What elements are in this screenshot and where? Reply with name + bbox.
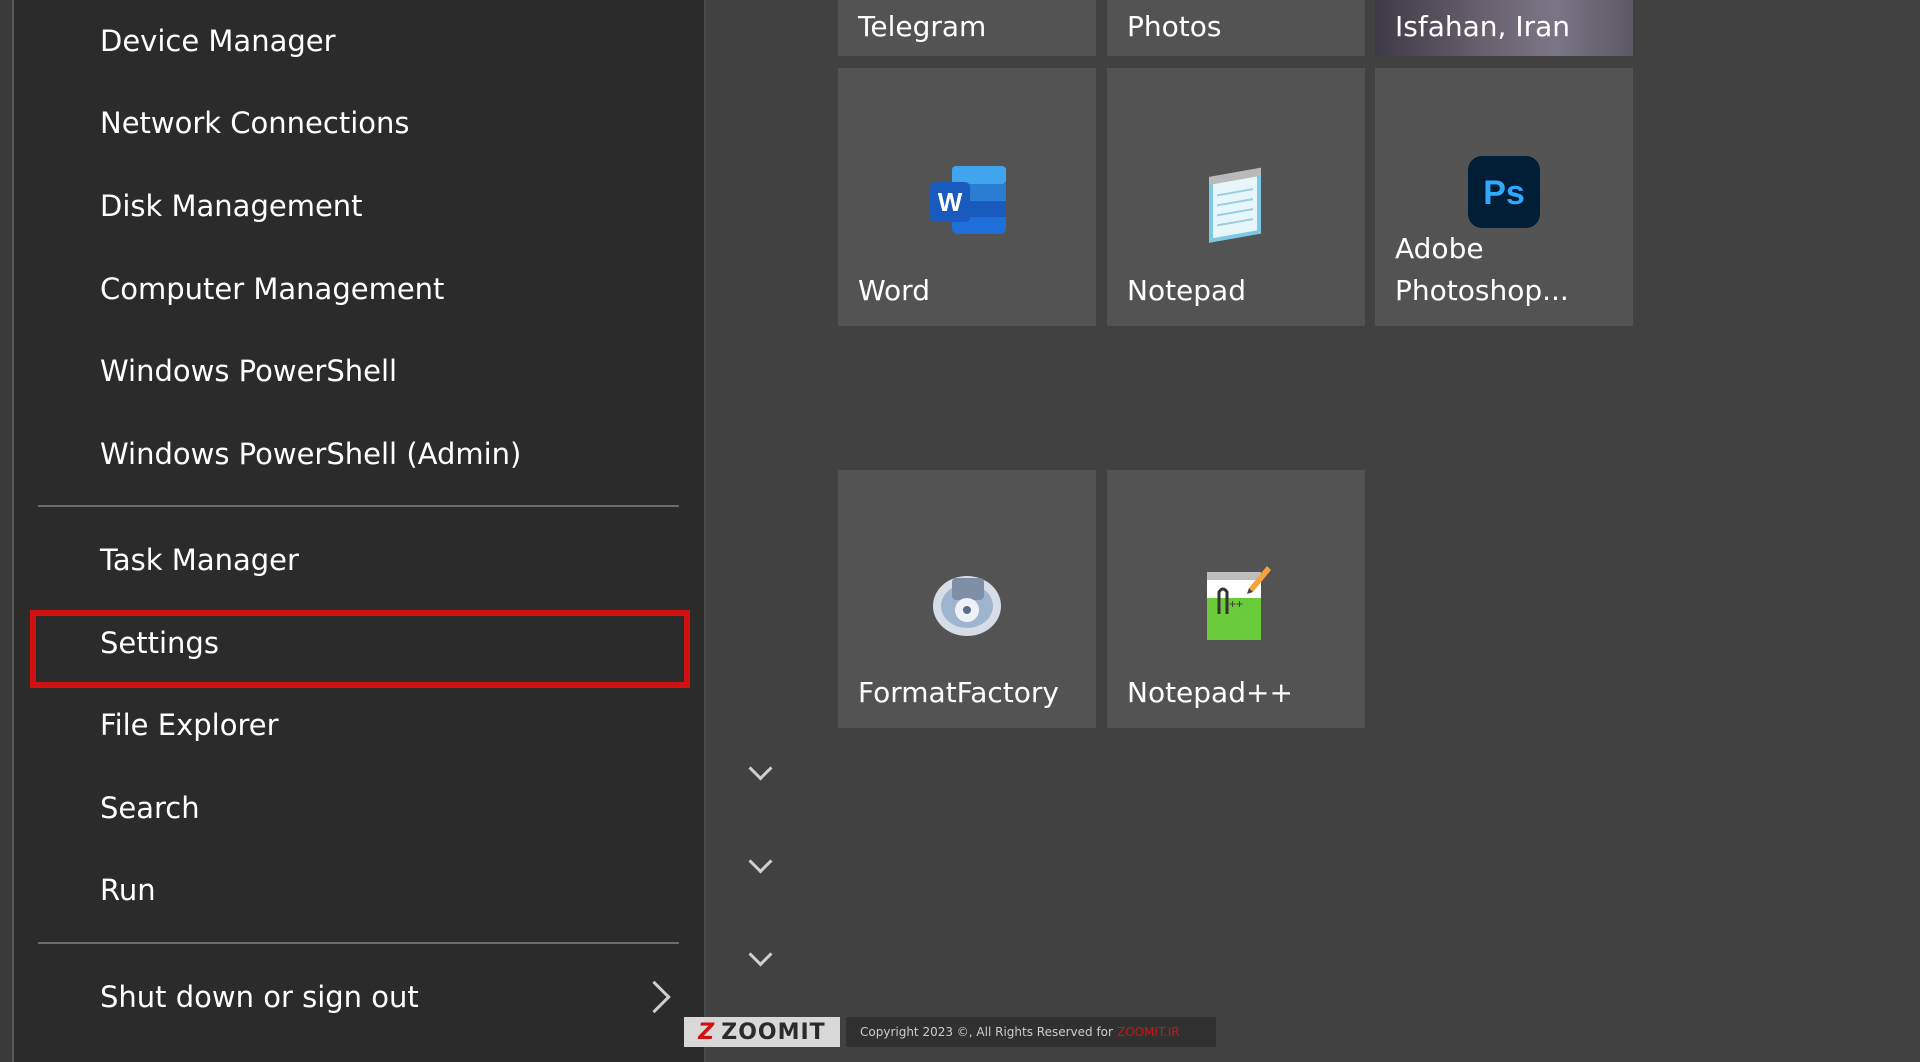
quick-link-menu: Device Manager Network Connections Disk … [14, 0, 706, 1062]
svg-text:++: ++ [1229, 597, 1243, 611]
menu-item-file-explorer[interactable]: File Explorer [38, 690, 692, 760]
chevron-down-icon[interactable] [748, 849, 773, 874]
tile-word[interactable]: W Word [838, 68, 1096, 326]
tile-notepadpp[interactable]: ++ Notepad++ [1107, 470, 1365, 728]
chevron-down-icon[interactable] [748, 756, 773, 781]
menu-item-search[interactable]: Search [38, 773, 692, 843]
tile-label: Notepad++ [1127, 676, 1293, 709]
desktop-edge [0, 0, 12, 1062]
menu-separator [38, 505, 679, 507]
menu-item-label: Windows PowerShell [100, 354, 398, 388]
tile-label: Isfahan, Iran [1395, 10, 1570, 43]
menu-item-shut-down-or-sign-out[interactable]: Shut down or sign out [38, 962, 692, 1032]
menu-item-computer-management[interactable]: Computer Management [38, 254, 692, 324]
watermark-logo: Z ZOOMIT [684, 1017, 840, 1047]
menu-item-label: Windows PowerShell (Admin) [100, 437, 522, 471]
tile-formatfactory[interactable]: FormatFactory [838, 470, 1096, 728]
menu-item-label: Shut down or sign out [100, 980, 419, 1014]
menu-item-network-connections[interactable]: Network Connections [38, 88, 692, 158]
svg-text:W: W [938, 187, 963, 217]
notepad-icon [1209, 167, 1261, 243]
tile-telegram[interactable]: Telegram [838, 0, 1096, 56]
notepadpp-icon: ++ [1207, 566, 1271, 640]
menu-separator [38, 942, 679, 944]
menu-item-windows-powershell[interactable]: Windows PowerShell [38, 336, 692, 406]
menu-item-device-manager[interactable]: Device Manager [38, 6, 692, 76]
menu-item-label: Task Manager [100, 543, 299, 577]
tile-adobe-photoshop[interactable]: Ps Adobe Photoshop... [1375, 68, 1633, 326]
start-tiles-area: Telegram Photos Isfahan, Iran W Word Not… [706, 0, 1920, 1062]
svg-text:Ps: Ps [1483, 174, 1525, 212]
tile-label: FormatFactory [858, 676, 1059, 709]
word-icon: W [930, 166, 1006, 234]
menu-item-label: Device Manager [100, 24, 336, 58]
menu-item-label: Disk Management [100, 189, 363, 223]
menu-item-label: Search [100, 791, 200, 825]
menu-item-label: File Explorer [100, 708, 279, 742]
tile-photos[interactable]: Photos [1107, 0, 1365, 56]
tile-notepad[interactable]: Notepad [1107, 68, 1365, 326]
menu-item-task-manager[interactable]: Task Manager [38, 525, 692, 595]
watermark: Z ZOOMIT Copyright 2023 ©, All Rights Re… [684, 1016, 1218, 1048]
tile-label: Photos [1127, 10, 1222, 43]
menu-item-disk-management[interactable]: Disk Management [38, 171, 692, 241]
tile-weather[interactable]: Isfahan, Iran [1375, 0, 1633, 56]
watermark-copyright: Copyright 2023 ©, All Rights Reserved fo… [846, 1017, 1216, 1047]
tile-label: Notepad [1127, 274, 1246, 307]
menu-item-label: Run [100, 873, 156, 907]
formatfactory-icon [933, 576, 1001, 636]
menu-item-windows-powershell-admin[interactable]: Windows PowerShell (Admin) [38, 419, 692, 489]
photoshop-icon: Ps [1468, 156, 1540, 228]
settings-highlight-box [30, 610, 690, 688]
tile-label: Telegram [858, 10, 987, 43]
chevron-down-icon[interactable] [748, 942, 773, 967]
menu-item-label: Computer Management [100, 272, 445, 306]
tile-label: Adobe Photoshop... [1395, 232, 1569, 307]
menu-item-label: Network Connections [100, 106, 410, 140]
chevron-right-icon [638, 980, 671, 1014]
tile-label: Word [858, 274, 930, 307]
menu-item-run[interactable]: Run [38, 855, 692, 925]
